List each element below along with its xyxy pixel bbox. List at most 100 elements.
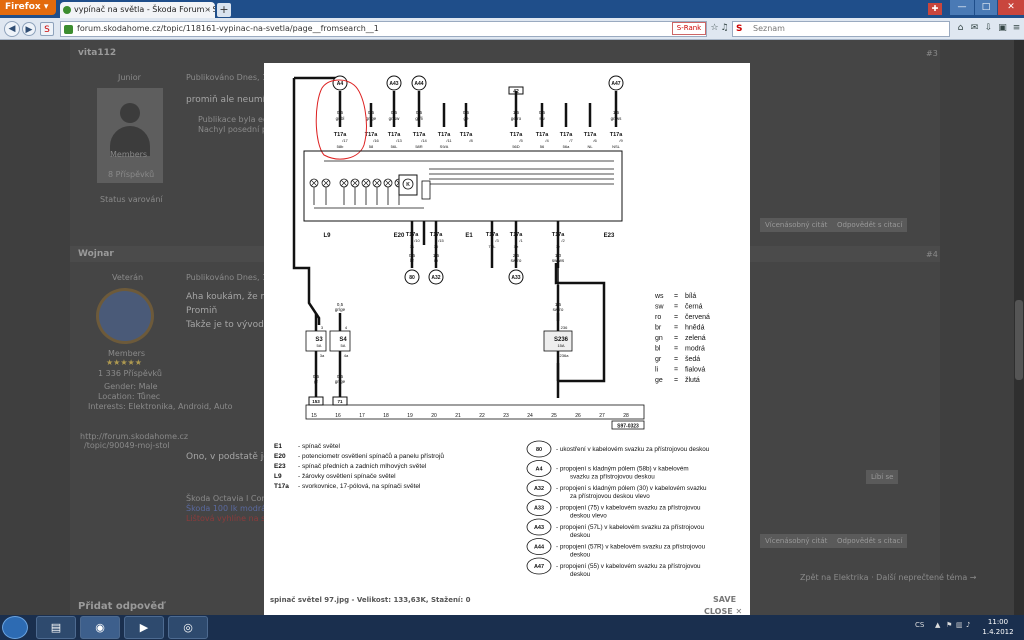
email-icon[interactable]: ✉ <box>968 22 981 35</box>
firefox-menu-button[interactable]: Firefox ▾ <box>0 0 56 15</box>
connector-A43-label: A43 <box>389 81 398 87</box>
terminal-signal-mid: Xz <box>514 244 519 249</box>
legend-equals: = <box>674 293 678 300</box>
legend-abbr: gn <box>655 335 663 342</box>
terminal-pin: /11 <box>446 138 452 143</box>
wire-color: ge/ro <box>511 116 522 121</box>
like-button[interactable]: Líbí se <box>866 470 899 484</box>
minimize-button[interactable]: — <box>950 0 974 15</box>
save-button[interactable]: SAVE <box>713 595 736 604</box>
terminal-pin: /6 <box>593 138 597 143</box>
avatar-2[interactable] <box>96 288 154 344</box>
menu-icon[interactable]: ≡ <box>1010 22 1023 35</box>
post-number-2[interactable]: #4 <box>926 250 938 259</box>
multi-quote-button[interactable]: Vícenásobný citát <box>760 218 833 232</box>
member-rating: ★★★★★ <box>106 358 142 367</box>
tab-skoda-forum[interactable]: vypínač na světla - Škoda Forum - SKOD..… <box>60 2 215 18</box>
legend-equals: = <box>674 356 678 363</box>
page-scrollbar[interactable] <box>1014 40 1024 615</box>
terminal-pin-mid: /10 <box>414 238 420 243</box>
post-count-2: 1 336 Příspěvků <box>98 369 162 378</box>
scroll-thumb[interactable] <box>1015 300 1023 380</box>
app-task-icon[interactable]: ◎ <box>168 616 208 639</box>
fuse-ref: 153 <box>312 399 320 404</box>
home-icon[interactable]: ⌂ <box>954 22 967 35</box>
legend-equals: = <box>674 325 678 332</box>
maximize-button[interactable]: □ <box>975 0 997 15</box>
srank-badge[interactable]: S-Rank <box>672 22 706 35</box>
scale-number: 19 <box>407 413 413 419</box>
connector-A44-label: A44 <box>414 81 423 87</box>
wire-size: 1,5 <box>613 110 620 115</box>
seznam-s-icon[interactable]: S <box>40 22 54 36</box>
flag-icon[interactable]: ⚑ <box>946 621 952 629</box>
wire-color: gr/sw <box>389 116 401 121</box>
tray-expand-icon[interactable]: ▲ <box>935 621 940 629</box>
component-desc: - svorkovnice, 17-pólová, na spínači svě… <box>298 483 421 490</box>
addon-icon[interactable]: ✚ <box>928 3 942 15</box>
wiring-diagram-image: A40,5gr/blT17a/1758b0,5gr/geT17a/1658A43… <box>274 75 710 578</box>
component-label-e20: E20 <box>394 233 405 239</box>
address-bar[interactable]: forum.skodahome.cz/topic/118161-vypinac-… <box>60 21 707 37</box>
member-role-2: Veterán <box>112 273 144 282</box>
ref-A32-label: A32 <box>431 275 440 281</box>
signature-text: Škoda Octavia I Combi <box>186 494 277 503</box>
member-group: Members <box>110 150 148 159</box>
search-input[interactable]: S Seznam <box>732 21 950 37</box>
signature-link-2[interactable]: /topic/90049-moj-stol <box>84 441 170 450</box>
reply-quote-button-2[interactable]: Odpovědět s citací <box>832 534 908 548</box>
post-author-2[interactable]: Wojnar <box>78 249 114 259</box>
firefox-task-icon[interactable]: ◉ <box>80 616 120 639</box>
terminal-pin-mid: /15 <box>438 238 444 243</box>
scale-number: 28 <box>623 413 629 419</box>
favicon-icon <box>63 6 71 14</box>
volume-icon[interactable]: ♪ <box>966 621 970 629</box>
wire-color: sw <box>539 116 545 121</box>
forward-button[interactable]: ▶ <box>22 22 36 36</box>
image-lightbox: A4 0,5 gr/bl T17a/17 58b 0,5 gr/ge T17a/16 58 A43… <box>264 63 750 616</box>
tab-close-icon[interactable]: × <box>204 2 211 18</box>
post-number[interactable]: #3 <box>926 49 938 58</box>
wire-size: 0,5 <box>539 110 546 115</box>
reply-quote-button[interactable]: Odpovědět s citací <box>832 218 908 232</box>
signature-link[interactable]: http://forum.skodahome.cz <box>80 432 188 441</box>
wire-color: gr/ge <box>366 116 377 121</box>
explorer-task-icon[interactable]: ▤ <box>36 616 76 639</box>
wire-color: gr/bl <box>336 116 345 121</box>
breadcrumb[interactable]: Zpět na Elektrika · Další neprečtené tém… <box>800 573 977 582</box>
back-button[interactable]: ◀ <box>4 21 20 37</box>
legend-equals: = <box>674 346 678 353</box>
legend-abbr: ro <box>655 314 661 321</box>
terminal-signal: 58b <box>337 144 344 149</box>
new-tab-button[interactable]: + <box>217 3 231 17</box>
potentiometer <box>421 180 431 200</box>
media-task-icon[interactable]: ▶ <box>124 616 164 639</box>
scale-number: 15 <box>311 413 317 419</box>
system-clock[interactable]: 11:00 1.4.2012 <box>978 617 1018 637</box>
signature-text-2: Škoda 100 lk modrá <box>186 504 267 513</box>
fuse-pin-bottom: 4a <box>344 353 349 358</box>
scale-number: 20 <box>431 413 437 419</box>
avatar[interactable] <box>97 88 163 183</box>
post-author[interactable]: vita112 <box>78 48 116 58</box>
addon-toolbar-icon[interactable]: ▣ <box>996 22 1009 35</box>
music-icon[interactable]: ♫ <box>718 22 731 35</box>
firefox-menu-label: Firefox <box>5 2 41 12</box>
legend-abbr: ge <box>655 377 663 384</box>
member-group-2: Members <box>108 349 146 358</box>
multi-quote-button-2[interactable]: Vícenásobný citát <box>760 534 833 548</box>
terminal-pin: /14 <box>421 138 427 143</box>
component-code: E20 <box>274 453 286 460</box>
ref-list-desc-2: deskou <box>570 532 591 539</box>
language-indicator[interactable]: CS <box>915 621 924 629</box>
close-window-button[interactable]: ✕ <box>998 0 1024 15</box>
start-button[interactable] <box>2 616 28 639</box>
downloads-icon[interactable]: ⇩ <box>982 22 995 35</box>
wire-color-mid: br <box>410 258 415 263</box>
connector-A47-label: A47 <box>611 81 620 87</box>
post-count: 8 Příspěvků <box>108 170 155 179</box>
network-icon[interactable]: ▥ <box>956 621 963 629</box>
site-identity-icon <box>64 25 73 34</box>
legend-equals: = <box>674 335 678 342</box>
window-titlebar: Firefox ▾ vypínač na světla - Škoda Foru… <box>0 0 1024 18</box>
